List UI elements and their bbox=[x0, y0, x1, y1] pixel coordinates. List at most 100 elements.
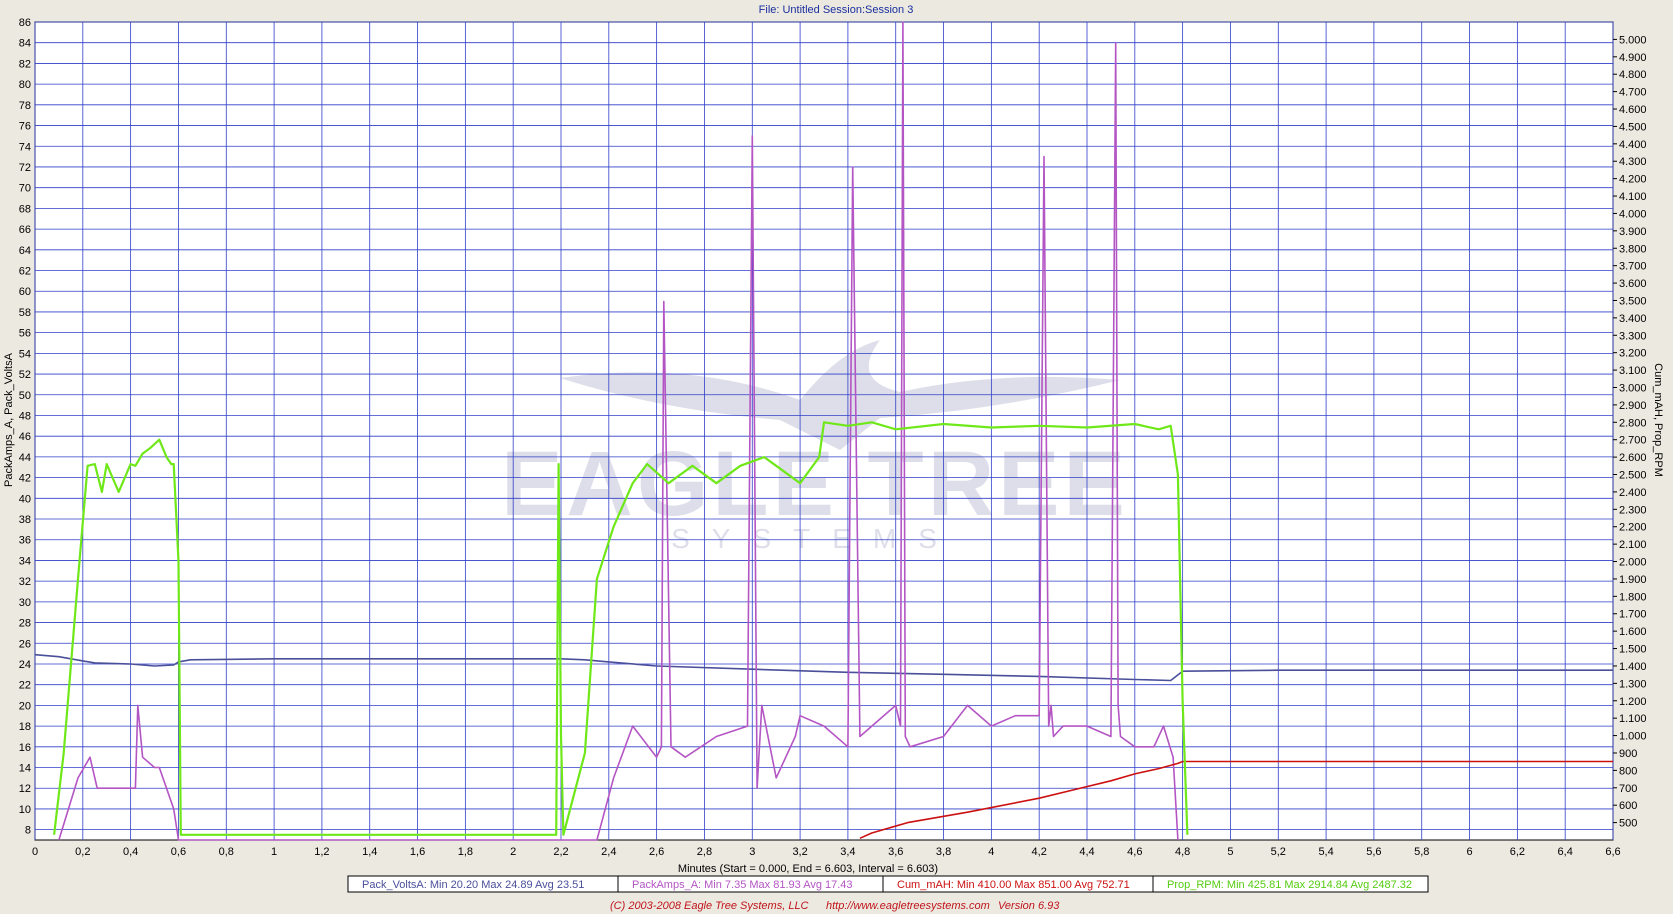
y-right-tick-label: 900 bbox=[1619, 748, 1637, 760]
y-right-tick-label: 3.300 bbox=[1619, 330, 1647, 342]
y-left-tick-label: 86 bbox=[19, 17, 31, 29]
y-left-tick-label: 14 bbox=[19, 763, 31, 775]
y-left-tick-label: 50 bbox=[19, 390, 31, 402]
x-tick-label: 5 bbox=[1227, 846, 1233, 858]
y-left-tick-label: 84 bbox=[19, 38, 31, 50]
x-tick-label: 1,4 bbox=[362, 846, 377, 858]
y-left-tick-label: 74 bbox=[19, 141, 31, 153]
x-tick-label: 5,2 bbox=[1271, 846, 1286, 858]
x-tick-label: 0,6 bbox=[171, 846, 186, 858]
x-axis-title: Minutes (Start = 0.000, End = 6.603, Int… bbox=[678, 863, 938, 875]
y-right-tick-label: 1.000 bbox=[1619, 731, 1647, 743]
x-tick-label: 3,8 bbox=[936, 846, 951, 858]
y-right-tick-label: 4.500 bbox=[1619, 121, 1647, 133]
y-right-tick-label: 2.200 bbox=[1619, 522, 1647, 534]
watermark-line2: SYSTEMS bbox=[671, 523, 959, 554]
legend-entry: Cum_mAH: Min 410.00 Max 851.00 Avg 752.7… bbox=[897, 879, 1130, 891]
y-right-tick-label: 1.200 bbox=[1619, 696, 1647, 708]
x-tick-label: 5,6 bbox=[1366, 846, 1381, 858]
y-right-tick-label: 4.900 bbox=[1619, 52, 1647, 64]
x-tick-label: 5,4 bbox=[1318, 846, 1333, 858]
y-left-tick-label: 36 bbox=[19, 535, 31, 547]
y-left-tick-label: 28 bbox=[19, 618, 31, 630]
y-left-tick-label: 42 bbox=[19, 473, 31, 485]
y-right-axis-title: Cum_mAH, Prop_RPM bbox=[1652, 363, 1664, 477]
y-right-tick-label: 800 bbox=[1619, 765, 1637, 777]
x-tick-label: 4,6 bbox=[1127, 846, 1142, 858]
y-right-tick-label: 3.900 bbox=[1619, 226, 1647, 238]
x-tick-label: 2,8 bbox=[697, 846, 712, 858]
y-right-tick-label: 3.200 bbox=[1619, 348, 1647, 360]
x-tick-label: 3,6 bbox=[888, 846, 903, 858]
y-right-tick-label: 4.400 bbox=[1619, 139, 1647, 151]
y-left-tick-label: 20 bbox=[19, 700, 31, 712]
y-right-tick-label: 2.300 bbox=[1619, 504, 1647, 516]
y-right-tick-label: 500 bbox=[1619, 818, 1637, 830]
x-tick-label: 6,6 bbox=[1605, 846, 1620, 858]
y-right-tick-label: 3.000 bbox=[1619, 382, 1647, 394]
y-left-tick-label: 70 bbox=[19, 183, 31, 195]
y-right-tick-label: 3.700 bbox=[1619, 261, 1647, 273]
y-right-tick-label: 4.800 bbox=[1619, 69, 1647, 81]
y-right-tick-label: 3.400 bbox=[1619, 313, 1647, 325]
y-left-tick-label: 32 bbox=[19, 576, 31, 588]
y-right-tick-label: 2.100 bbox=[1619, 539, 1647, 551]
y-left-tick-label: 48 bbox=[19, 410, 31, 422]
x-tick-label: 2 bbox=[510, 846, 516, 858]
x-tick-label: 4,4 bbox=[1079, 846, 1094, 858]
y-left-tick-label: 10 bbox=[19, 804, 31, 816]
y-right-tick-label: 4.200 bbox=[1619, 174, 1647, 186]
y-right-tick-label: 1.300 bbox=[1619, 678, 1647, 690]
y-left-tick-label: 56 bbox=[19, 328, 31, 340]
y-left-tick-label: 12 bbox=[19, 783, 31, 795]
x-tick-label: 6,4 bbox=[1558, 846, 1573, 858]
y-right-tick-label: 2.400 bbox=[1619, 487, 1647, 499]
y-right-tick-label: 4.000 bbox=[1619, 208, 1647, 220]
x-tick-label: 3,4 bbox=[840, 846, 855, 858]
y-left-axis-title: PackAmps_A, Pack_VoltsA bbox=[3, 352, 15, 487]
y-right-tick-label: 2.700 bbox=[1619, 435, 1647, 447]
y-left-tick-label: 8 bbox=[25, 825, 31, 837]
y-right-tick-label: 4.100 bbox=[1619, 191, 1647, 203]
y-left-tick-label: 66 bbox=[19, 224, 31, 236]
y-left-tick-label: 76 bbox=[19, 121, 31, 133]
x-tick-label: 1,6 bbox=[410, 846, 425, 858]
x-tick-label: 5,8 bbox=[1414, 846, 1429, 858]
y-left-tick-label: 24 bbox=[19, 659, 31, 671]
x-tick-label: 4,2 bbox=[1032, 846, 1047, 858]
x-tick-label: 0,4 bbox=[123, 846, 138, 858]
x-tick-label: 2,2 bbox=[553, 846, 568, 858]
y-left-tick-label: 80 bbox=[19, 79, 31, 91]
footer-url[interactable]: http://www.eagletreesystems.com bbox=[826, 900, 990, 912]
x-tick-label: 6,2 bbox=[1510, 846, 1525, 858]
y-left-tick-label: 72 bbox=[19, 162, 31, 174]
y-left-tick-label: 82 bbox=[19, 58, 31, 70]
y-right-tick-label: 4.300 bbox=[1619, 156, 1647, 168]
x-tick-label: 1 bbox=[271, 846, 277, 858]
x-tick-label: 3,2 bbox=[792, 846, 807, 858]
y-left-tick-label: 26 bbox=[19, 638, 31, 650]
y-right-tick-label: 2.900 bbox=[1619, 400, 1647, 412]
y-right-tick-label: 2.500 bbox=[1619, 470, 1647, 482]
y-left-tick-label: 54 bbox=[19, 348, 31, 360]
y-left-tick-label: 52 bbox=[19, 369, 31, 381]
y-left-tick-label: 64 bbox=[19, 245, 31, 257]
y-left-tick-label: 60 bbox=[19, 286, 31, 298]
y-right-tick-label: 3.800 bbox=[1619, 243, 1647, 255]
x-tick-label: 3 bbox=[749, 846, 755, 858]
y-left-tick-label: 38 bbox=[19, 514, 31, 526]
y-right-tick-label: 4.600 bbox=[1619, 104, 1647, 116]
x-tick-label: 4,8 bbox=[1175, 846, 1190, 858]
y-right-tick-label: 5.000 bbox=[1619, 34, 1647, 46]
y-right-tick-label: 1.600 bbox=[1619, 626, 1647, 638]
legend-entry: Pack_VoltsA: Min 20.20 Max 24.89 Avg 23.… bbox=[362, 879, 584, 891]
x-tick-label: 0 bbox=[32, 846, 38, 858]
y-left-tick-label: 30 bbox=[19, 597, 31, 609]
y-right-tick-label: 600 bbox=[1619, 800, 1637, 812]
y-right-tick-label: 3.100 bbox=[1619, 365, 1647, 377]
y-right-tick-label: 2.800 bbox=[1619, 417, 1647, 429]
y-right-tick-label: 1.500 bbox=[1619, 644, 1647, 656]
y-left-tick-label: 46 bbox=[19, 431, 31, 443]
x-tick-label: 4 bbox=[988, 846, 994, 858]
y-right-tick-label: 1.400 bbox=[1619, 661, 1647, 673]
